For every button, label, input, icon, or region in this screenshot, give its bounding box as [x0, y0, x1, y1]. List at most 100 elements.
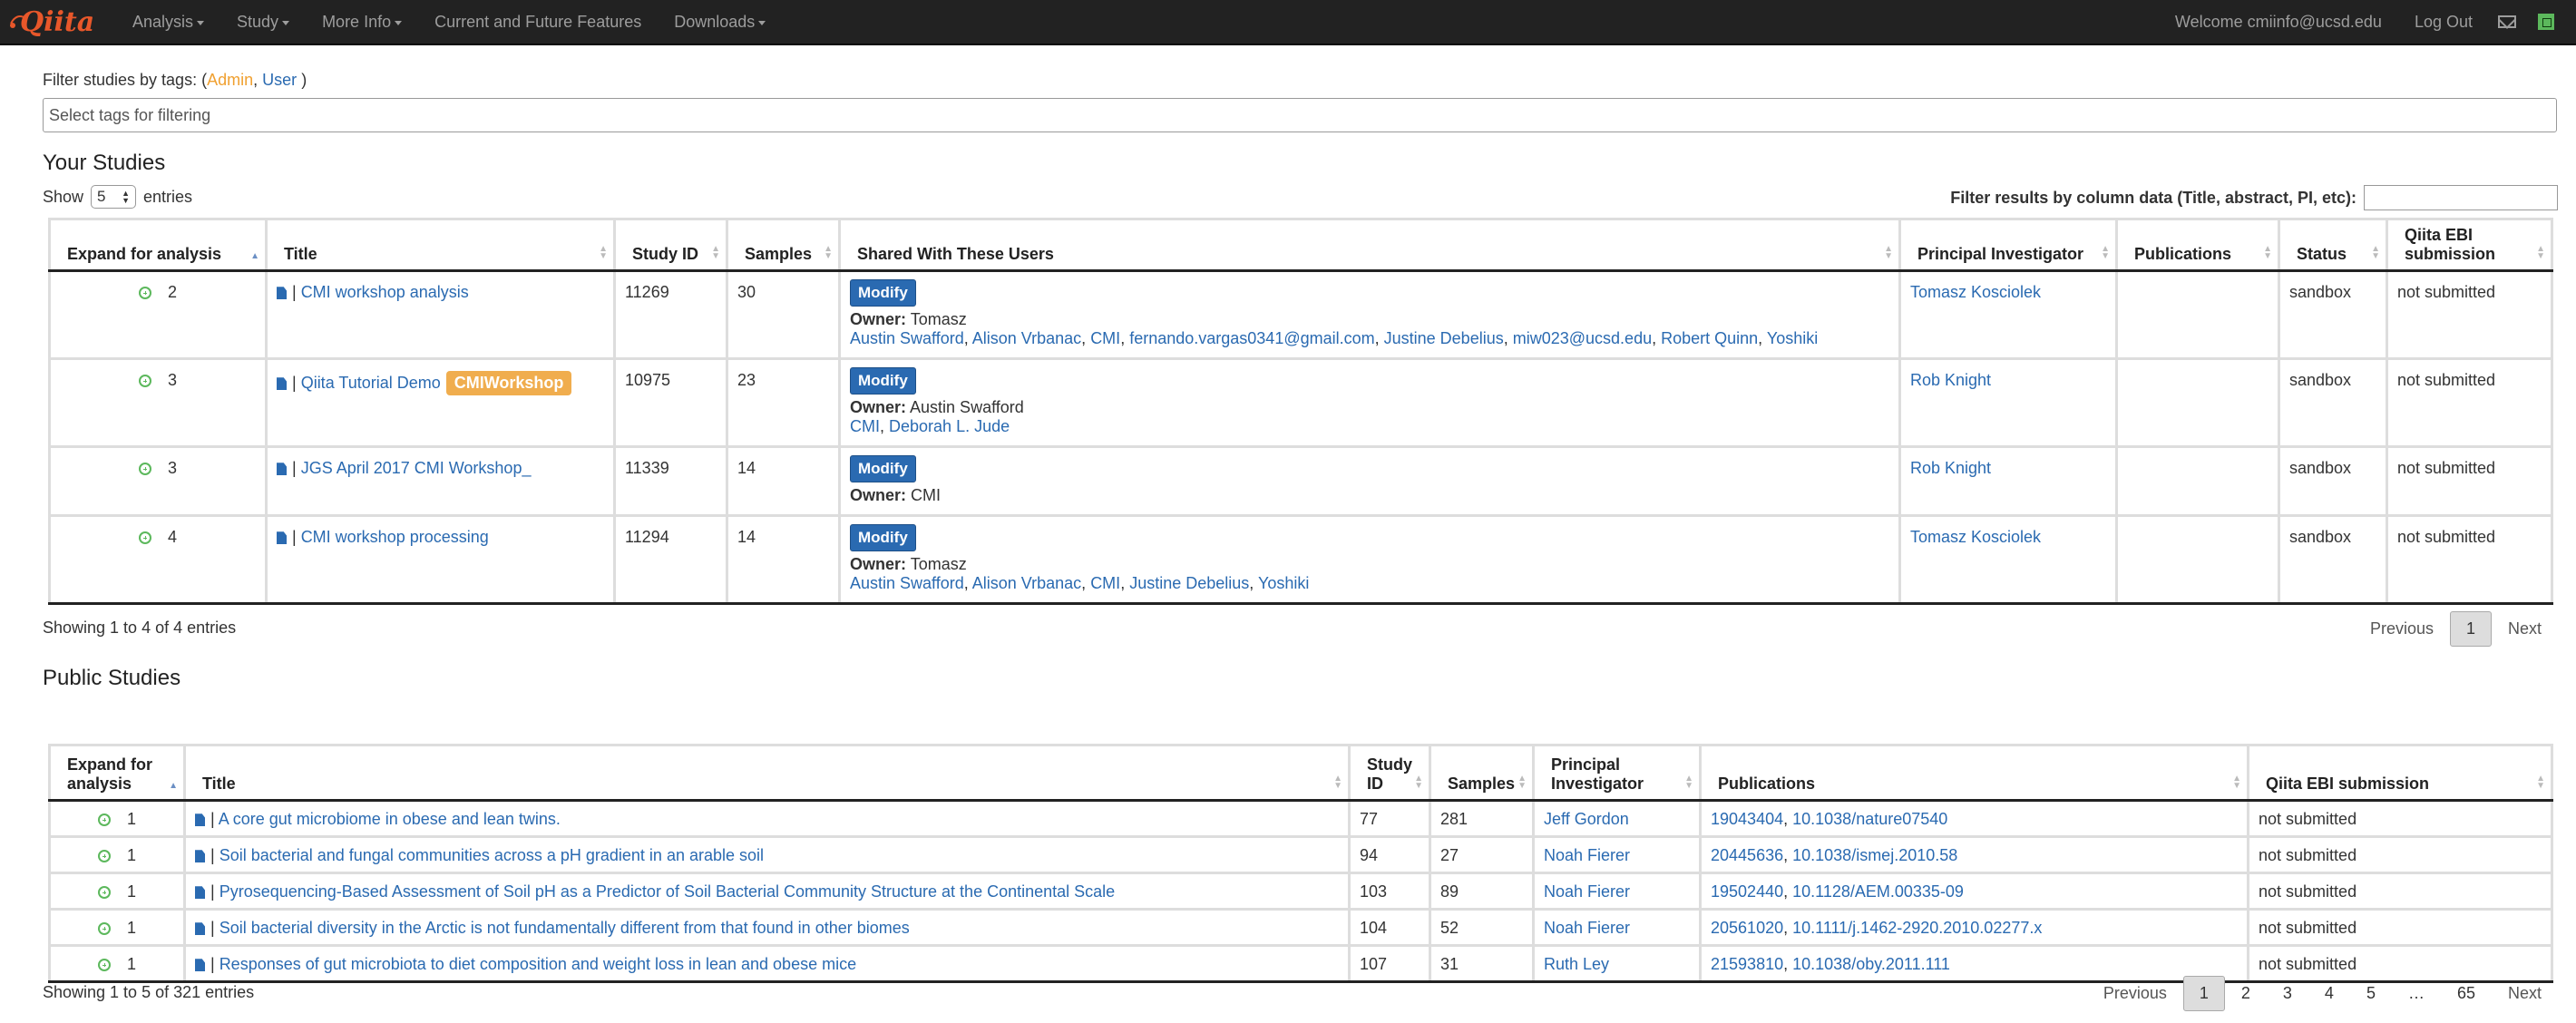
col-samples[interactable]: Samples ▲ ▼	[726, 218, 841, 272]
shared-user-link[interactable]: Deborah L. Jude	[889, 417, 1010, 435]
user-profile-link[interactable]: Welcome cmiinfo@ucsd.edu	[2159, 0, 2398, 44]
shared-user-link[interactable]: Yoshiki	[1258, 574, 1309, 592]
nav-analysis-menu[interactable]: Analysis	[116, 0, 220, 44]
col-title[interactable]: Title ▲ ▼	[183, 744, 1351, 802]
page-button[interactable]: 5	[2350, 977, 2392, 1010]
tag-admin-link[interactable]: Admin	[207, 71, 253, 89]
col-study-id[interactable]: Study ID ▲ ▼	[1347, 744, 1432, 802]
study-title-link[interactable]: CMI workshop analysis	[301, 283, 469, 301]
study-title-link[interactable]: Soil bacterial diversity in the Arctic i…	[220, 919, 910, 937]
modify-button[interactable]: Modify	[850, 455, 916, 482]
modify-button[interactable]: Modify	[850, 279, 916, 307]
file-icon[interactable]	[277, 463, 287, 476]
file-icon[interactable]	[277, 377, 287, 391]
publication-link[interactable]: 19502440	[1711, 882, 1783, 901]
publication-link[interactable]: 20445636	[1711, 846, 1783, 864]
col-study-id[interactable]: Study ID ▲ ▼	[613, 218, 728, 272]
logout-link[interactable]: Log Out	[2398, 0, 2489, 44]
publication-link[interactable]: 10.1038/ismej.2010.58	[1792, 846, 1957, 864]
mail-icon[interactable]	[2498, 15, 2516, 28]
shared-user-link[interactable]: Austin Swafford	[850, 329, 964, 347]
expand-plus-icon[interactable]	[97, 886, 111, 900]
publication-link[interactable]: 19043404	[1711, 810, 1783, 828]
shared-user-link[interactable]: Alison Vrbanac	[972, 329, 1081, 347]
expand-plus-icon[interactable]	[138, 531, 151, 545]
col-expand[interactable]: Expand for analysis ▲	[48, 218, 268, 272]
shared-user-link[interactable]: Yoshiki	[1767, 329, 1818, 347]
study-title-link[interactable]: A core gut microbiome in obese and lean …	[219, 810, 561, 828]
expand-plus-icon[interactable]	[138, 375, 151, 388]
file-icon[interactable]	[195, 959, 205, 972]
col-expand[interactable]: Expand for analysis ▲	[48, 744, 186, 802]
publication-link[interactable]: 10.1111/j.1462-2920.2010.02277.x	[1792, 919, 2042, 937]
study-title-link[interactable]: Soil bacterial and fungal communities ac…	[220, 846, 764, 864]
shared-user-link[interactable]: fernando.vargas0341@gmail.com	[1129, 329, 1374, 347]
study-title-link[interactable]: Responses of gut microbiota to diet comp…	[220, 955, 856, 973]
pi-link[interactable]: Noah Fierer	[1544, 882, 1630, 901]
pi-link[interactable]: Noah Fierer	[1544, 846, 1630, 864]
page-button[interactable]: 2	[2225, 977, 2267, 1010]
pi-link[interactable]: Jeff Gordon	[1544, 810, 1629, 828]
col-pi[interactable]: Principal Investigator ▲ ▼	[1532, 744, 1703, 802]
shared-user-link[interactable]: Justine Debelius	[1384, 329, 1504, 347]
file-icon[interactable]	[195, 922, 205, 936]
file-icon[interactable]	[195, 814, 205, 827]
page-button[interactable]: 65	[2441, 977, 2492, 1010]
expand-plus-icon[interactable]	[97, 959, 111, 972]
pi-link[interactable]: Tomasz Kosciolek	[1910, 528, 2041, 546]
shared-user-link[interactable]: CMI	[1090, 329, 1120, 347]
page-button[interactable]: 3	[2267, 977, 2308, 1010]
publication-link[interactable]: 10.1038/oby.2011.111	[1792, 955, 1950, 973]
col-pi[interactable]: Principal Investigator ▲ ▼	[1898, 218, 2118, 272]
qiita-logo[interactable]: Qiita	[0, 0, 116, 44]
publication-link[interactable]: 10.1038/nature07540	[1792, 810, 1947, 828]
col-title[interactable]: Title ▲ ▼	[265, 218, 616, 272]
pi-link[interactable]: Noah Fierer	[1544, 919, 1630, 937]
tag-filter-input[interactable]: Select tags for filtering	[43, 98, 2557, 132]
previous-page-button[interactable]: Previous	[2354, 612, 2450, 646]
study-title-link[interactable]: CMI workshop processing	[301, 528, 489, 546]
col-publications[interactable]: Publications ▲ ▼	[1699, 744, 2250, 802]
pi-link[interactable]: Rob Knight	[1910, 459, 1991, 477]
nav-study-menu[interactable]: Study	[220, 0, 306, 44]
shared-user-link[interactable]: Alison Vrbanac	[972, 574, 1081, 592]
shared-user-link[interactable]: Robert Quinn	[1661, 329, 1758, 347]
nav-more-info-menu[interactable]: More Info	[306, 0, 418, 44]
page-button[interactable]: 1	[2449, 611, 2492, 647]
next-page-button[interactable]: Next	[2492, 977, 2558, 1010]
pi-link[interactable]: Ruth Ley	[1544, 955, 1609, 973]
shared-user-link[interactable]: Austin Swafford	[850, 574, 964, 592]
col-samples[interactable]: Samples ▲ ▼	[1429, 744, 1536, 802]
publication-link[interactable]: 20561020	[1711, 919, 1783, 937]
file-icon[interactable]	[277, 531, 287, 545]
pi-link[interactable]: Tomasz Kosciolek	[1910, 283, 2041, 301]
previous-page-button[interactable]: Previous	[2087, 977, 2183, 1010]
publication-link[interactable]: 21593810	[1711, 955, 1783, 973]
expand-plus-icon[interactable]	[97, 814, 111, 827]
modify-button[interactable]: Modify	[850, 524, 916, 551]
page-button[interactable]: 4	[2308, 977, 2350, 1010]
shared-user-link[interactable]: CMI	[850, 417, 880, 435]
page-button[interactable]: 1	[2182, 976, 2225, 1011]
shared-user-link[interactable]: Justine Debelius	[1129, 574, 1249, 592]
col-status[interactable]: Status ▲ ▼	[2278, 218, 2388, 272]
study-title-link[interactable]: Pyrosequencing-Based Assessment of Soil …	[220, 882, 1116, 901]
pi-link[interactable]: Rob Knight	[1910, 371, 1991, 389]
file-icon[interactable]	[195, 886, 205, 900]
page-length-select[interactable]: 5 ▲ ▼	[91, 185, 137, 209]
nav-downloads-menu[interactable]: Downloads	[658, 0, 782, 44]
study-title-link[interactable]: JGS April 2017 CMI Workshop_	[301, 459, 532, 477]
expand-plus-icon[interactable]	[138, 463, 151, 476]
modify-button[interactable]: Modify	[850, 367, 916, 395]
column-filter-input[interactable]	[2364, 185, 2558, 210]
shared-user-link[interactable]: miw023@ucsd.edu	[1513, 329, 1652, 347]
file-icon[interactable]	[277, 287, 287, 300]
study-title-link[interactable]: Qiita Tutorial Demo	[301, 374, 441, 392]
col-ebi[interactable]: Qiita EBI submission ▲ ▼	[2386, 218, 2553, 272]
expand-plus-icon[interactable]	[97, 922, 111, 936]
col-ebi[interactable]: Qiita EBI submission ▲ ▼	[2247, 744, 2553, 802]
col-publications[interactable]: Publications ▲ ▼	[2115, 218, 2280, 272]
expand-plus-icon[interactable]	[138, 287, 151, 300]
file-icon[interactable]	[195, 850, 205, 863]
expand-plus-icon[interactable]	[97, 850, 111, 863]
